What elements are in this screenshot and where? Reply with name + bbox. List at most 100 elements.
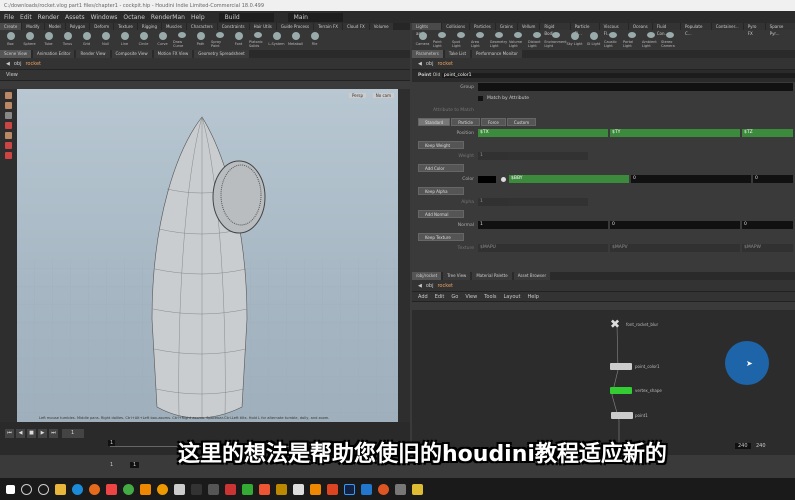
- chrome-icon[interactable]: [123, 483, 134, 495]
- brave-icon[interactable]: [106, 483, 117, 495]
- rotate-tool-icon[interactable]: [5, 112, 12, 119]
- tool-box[interactable]: Box: [2, 32, 19, 48]
- tool-path[interactable]: Path: [192, 32, 209, 48]
- group-field[interactable]: [478, 83, 793, 92]
- pane-tab-asset-browser[interactable]: Asset Browser: [513, 272, 551, 280]
- path-rocket[interactable]: rocket: [25, 61, 41, 67]
- play-back-button[interactable]: ◀: [16, 429, 25, 438]
- shelf-tab-fluid-con-[interactable]: Fluid Con...: [652, 23, 681, 36]
- node-vertex-shape[interactable]: [610, 387, 632, 394]
- shelf-tab-vellum[interactable]: Vellum: [517, 23, 540, 30]
- vlc-icon[interactable]: [140, 483, 151, 495]
- menu-edit[interactable]: Edit: [20, 14, 32, 21]
- file-explorer-icon[interactable]: [55, 483, 66, 495]
- start-frame[interactable]: 1: [110, 462, 113, 468]
- pane-tab-take-list[interactable]: Take List: [444, 50, 471, 58]
- cortana-icon[interactable]: [38, 483, 49, 495]
- tool-line[interactable]: Line: [116, 32, 133, 48]
- font-node-icon[interactable]: ✖: [610, 318, 624, 330]
- pane-tab-material-palette[interactable]: Material Palette: [472, 272, 512, 280]
- tool-grid[interactable]: Grid: [78, 32, 95, 48]
- search-icon[interactable]: [21, 483, 32, 495]
- stop-button[interactable]: ■: [27, 429, 36, 438]
- tool-sky-light[interactable]: Sky Light: [566, 32, 583, 48]
- pane-tab-motion-fx-view[interactable]: Motion FX View: [153, 50, 193, 58]
- menu-help[interactable]: Help: [191, 14, 205, 21]
- shelf-tab-constraints[interactable]: Constraints: [217, 23, 249, 30]
- windows-start-icon[interactable]: [6, 484, 15, 494]
- tool-distant-light[interactable]: Distant Light: [528, 32, 545, 48]
- app-icon[interactable]: [276, 483, 287, 495]
- keep-texture-menu[interactable]: Keep Texture: [418, 232, 464, 241]
- ds-icon[interactable]: [191, 483, 202, 495]
- param-tab-particle[interactable]: Particle: [451, 117, 480, 126]
- position-z[interactable]: $TZ: [742, 129, 793, 138]
- texture-u[interactable]: $MAPU: [478, 244, 608, 253]
- shelf-tab-characters[interactable]: Characters: [186, 23, 217, 30]
- shelf-tab-particle-fl-[interactable]: Particle Fl...: [570, 23, 599, 36]
- network-menu-layout[interactable]: Layout: [504, 294, 521, 300]
- shelf-tab-create[interactable]: Create: [0, 23, 22, 30]
- add-normal-menu[interactable]: Add Normal: [418, 209, 464, 218]
- shelf-tab-oceans[interactable]: Oceans: [628, 23, 652, 30]
- param-tab-force[interactable]: Force: [480, 117, 506, 126]
- shelf-tab-texture[interactable]: Texture: [114, 23, 137, 30]
- pane-tab-performance-monitor[interactable]: Performance Monitor: [472, 50, 522, 58]
- normal-x[interactable]: 1: [478, 221, 608, 230]
- app-icon[interactable]: [395, 483, 406, 495]
- app-icon[interactable]: [225, 483, 236, 495]
- shelf-tab-particles[interactable]: Particles: [470, 23, 495, 30]
- path-rocket[interactable]: rocket: [437, 61, 453, 67]
- camtasia-icon[interactable]: [242, 483, 253, 495]
- path-obj[interactable]: obj: [14, 61, 22, 67]
- select-tool-icon[interactable]: [5, 92, 12, 99]
- blender-icon[interactable]: [310, 483, 321, 495]
- office-icon[interactable]: [327, 483, 338, 495]
- start-frame-2[interactable]: 1: [130, 462, 140, 468]
- color-swatch[interactable]: [478, 175, 496, 183]
- shelf-tab-cloud-fx[interactable]: Cloud FX: [342, 23, 369, 30]
- shelf-tab-collisions[interactable]: Collisions: [442, 23, 470, 30]
- tool-spray-paint[interactable]: Spray Paint: [211, 32, 228, 48]
- shelf-tab-deform[interactable]: Deform: [90, 23, 114, 30]
- keep-weight-menu[interactable]: Keep Weight: [418, 140, 464, 149]
- menu-render[interactable]: Render: [38, 14, 59, 21]
- pane-tab-geometry-spreadsheet[interactable]: Geometry Spreadsheet: [194, 50, 249, 58]
- tool-area-light[interactable]: Area Light: [471, 32, 488, 48]
- play-button[interactable]: ▶: [38, 429, 47, 438]
- network-menu-view[interactable]: View: [465, 294, 477, 300]
- shelf-tab-grains[interactable]: Grains: [495, 23, 517, 30]
- back-icon[interactable]: ◀: [418, 283, 422, 289]
- texture-v[interactable]: $MAPV: [610, 244, 740, 253]
- edge-icon[interactable]: [72, 483, 83, 495]
- tool-null[interactable]: Null: [97, 32, 114, 48]
- tool-torus[interactable]: Torus: [59, 32, 76, 48]
- shelf-tab-pyro-fx[interactable]: Pyro FX: [743, 23, 765, 36]
- tool-circle[interactable]: Circle: [135, 32, 152, 48]
- pane-tab-tree-view[interactable]: Tree View: [443, 272, 471, 280]
- shelf-tab-hair-utils[interactable]: Hair Utils: [249, 23, 276, 30]
- handle-tool-icon[interactable]: [5, 132, 12, 139]
- node-point-color1[interactable]: [610, 363, 632, 370]
- shelf-tab-rigging[interactable]: Rigging: [137, 23, 161, 30]
- pane-tab-render-view[interactable]: Render View: [76, 50, 110, 58]
- first-frame-button[interactable]: ⏮: [5, 429, 14, 438]
- tool-volume-light[interactable]: Volume Light: [509, 32, 526, 48]
- scene-viewport[interactable]: Persp No cam Left mouse tumbles. Middle …: [17, 89, 398, 422]
- tool-stereo-camera[interactable]: Stereo Camera: [661, 32, 678, 48]
- last-frame-button[interactable]: ⏭: [49, 429, 58, 438]
- node-name-field[interactable]: point_color1: [441, 73, 795, 79]
- tool-metaball[interactable]: Metaball: [287, 32, 304, 48]
- shelf-tab-container-[interactable]: Container...: [711, 23, 743, 30]
- scale-tool-icon[interactable]: [5, 122, 12, 129]
- network-editor[interactable]: ✖ font_rocket_blur point_color1 vertex_s…: [412, 310, 795, 455]
- tool-gi-light[interactable]: GI Light: [585, 32, 602, 48]
- node-point1[interactable]: [611, 412, 633, 419]
- pane-tab-animation-editor[interactable]: Animation Editor: [32, 50, 75, 58]
- app-icon[interactable]: [412, 483, 423, 495]
- tool-draw-curve[interactable]: Draw Curve: [173, 32, 190, 48]
- tool-spot-light[interactable]: Spot Light: [452, 32, 469, 48]
- tool-sphere[interactable]: Sphere: [21, 32, 38, 48]
- network-menu-help[interactable]: Help: [528, 294, 539, 300]
- param-tab-custom[interactable]: Custom: [506, 117, 537, 126]
